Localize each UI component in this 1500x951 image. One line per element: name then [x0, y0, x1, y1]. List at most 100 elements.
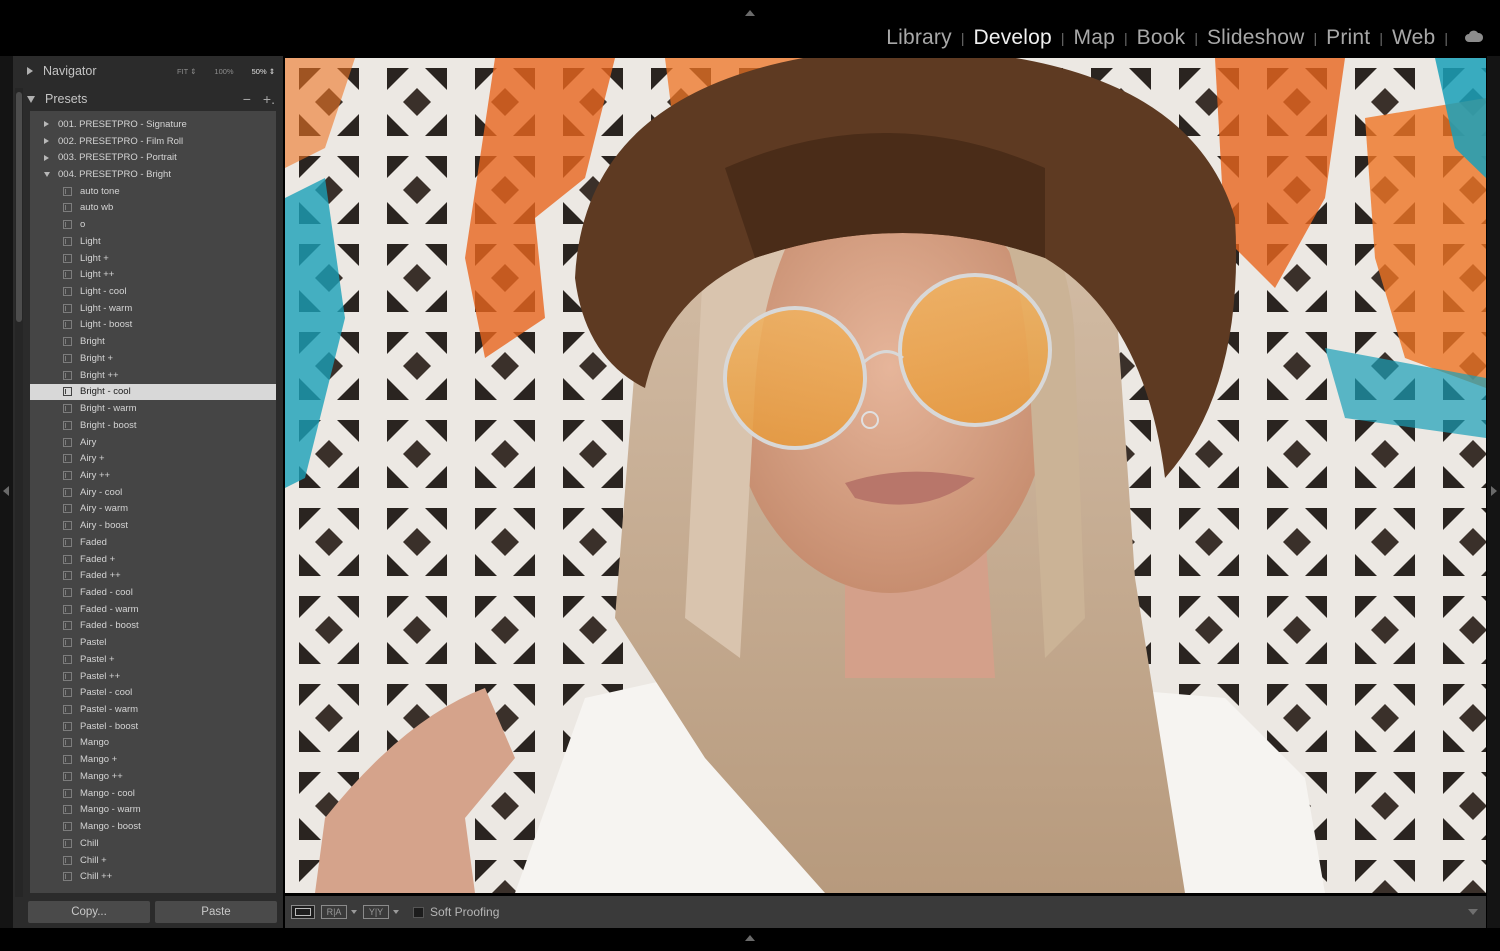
module-book[interactable]: Book — [1128, 26, 1195, 50]
preset-item[interactable]: Mango - cool — [30, 785, 276, 802]
preset-item[interactable]: Pastel ++ — [30, 668, 276, 685]
preset-folder[interactable]: 001. PRESETPRO - Signature — [30, 116, 276, 133]
preset-item-label: Airy — [80, 436, 97, 448]
preset-item[interactable]: Airy ++ — [30, 467, 276, 484]
preset-item[interactable]: Chill — [30, 835, 276, 852]
paste-button[interactable]: Paste — [155, 901, 277, 923]
preset-item[interactable]: Bright - boost — [30, 417, 276, 434]
preset-item[interactable]: Mango ++ — [30, 768, 276, 785]
preset-icon — [63, 588, 72, 597]
preset-icon — [63, 721, 72, 731]
collapsed-triangle-icon[interactable] — [44, 121, 49, 128]
preset-item[interactable]: Airy - warm — [30, 501, 276, 518]
preset-folder[interactable]: 002. PRESETPRO - Film Roll — [30, 133, 276, 150]
add-preset-button[interactable]: +. — [263, 91, 275, 107]
preset-item-label: Pastel - warm — [80, 704, 139, 716]
module-list: Library | Develop | Map | Book | Slideshow | Print… — [877, 24, 1448, 52]
preset-item[interactable]: Faded - warm — [30, 601, 276, 618]
copy-button[interactable]: Copy... — [28, 901, 150, 923]
zoom-100[interactable]: 100% — [214, 67, 233, 76]
preset-item[interactable]: Light ++ — [30, 266, 276, 283]
presets-header[interactable]: Presets − +. — [27, 85, 279, 113]
preset-item[interactable]: Chill ++ — [30, 868, 276, 885]
preset-item[interactable]: Airy - cool — [30, 484, 276, 501]
toolbar-options-chevron-icon[interactable] — [1468, 909, 1478, 915]
module-print[interactable]: Print — [1317, 26, 1379, 50]
preset-item[interactable]: Light — [30, 233, 276, 250]
preset-icon — [63, 621, 72, 631]
right-panel-toggle-icon[interactable] — [1491, 486, 1497, 496]
preset-item-label: Light ++ — [80, 269, 115, 281]
left-panel-scroll-thumb[interactable] — [16, 92, 22, 322]
preset-item[interactable]: Airy + — [30, 450, 276, 467]
preset-item[interactable]: Pastel - warm — [30, 701, 276, 718]
remove-preset-button[interactable]: − — [243, 91, 251, 107]
photo-canvas[interactable] — [285, 58, 1486, 893]
top-panel-toggle-icon[interactable] — [745, 10, 755, 16]
preset-item[interactable]: Faded + — [30, 551, 276, 568]
preset-item[interactable]: Mango + — [30, 751, 276, 768]
preset-icon — [63, 186, 72, 196]
preset-item[interactable]: auto wb — [30, 200, 276, 217]
filmstrip-toggle-icon[interactable] — [745, 935, 755, 941]
preset-item[interactable]: Bright + — [30, 350, 276, 367]
preset-item[interactable]: Light + — [30, 250, 276, 267]
preset-item[interactable]: Airy — [30, 434, 276, 451]
before-after-dropdown-icon[interactable] — [351, 910, 357, 914]
expanded-triangle-icon — [27, 95, 35, 103]
navigator-header[interactable]: Navigator FIT ⇕ 100% 50% ⇕ — [27, 57, 279, 85]
develop-toolbar: R|A Y|Y Soft Proofing — [285, 896, 1486, 928]
preset-item[interactable]: Bright ++ — [30, 367, 276, 384]
preset-item[interactable]: Bright - cool — [30, 383, 276, 401]
preset-icon — [63, 270, 72, 280]
compare-button[interactable]: Y|Y — [363, 905, 389, 919]
preset-item[interactable]: Faded ++ — [30, 567, 276, 584]
collapsed-triangle-icon[interactable] — [44, 138, 49, 145]
preset-item[interactable]: Bright - warm — [30, 400, 276, 417]
preset-item[interactable]: Faded - cool — [30, 584, 276, 601]
preset-item-label: Faded ++ — [80, 570, 121, 582]
preset-item[interactable]: Light - boost — [30, 317, 276, 334]
preset-icon — [63, 487, 72, 497]
preset-item[interactable]: Light - warm — [30, 300, 276, 317]
left-panel-toggle-icon[interactable] — [3, 486, 9, 496]
collapsed-triangle-icon[interactable] — [44, 154, 49, 161]
soft-proofing-checkbox[interactable] — [413, 906, 424, 918]
compare-dropdown-icon[interactable] — [393, 910, 399, 914]
preset-item[interactable]: Pastel - boost — [30, 718, 276, 735]
preset-item[interactable]: Pastel - cool — [30, 684, 276, 701]
preset-icon — [63, 571, 72, 581]
loupe-view-icon[interactable] — [291, 905, 315, 919]
preset-item[interactable]: Light - cool — [30, 283, 276, 300]
preset-icon — [63, 353, 72, 363]
preset-item[interactable]: Airy - boost — [30, 517, 276, 534]
preset-item[interactable]: Pastel + — [30, 651, 276, 668]
preset-icon — [63, 504, 72, 514]
zoom-fit[interactable]: FIT ⇕ — [177, 67, 196, 76]
module-slideshow[interactable]: Slideshow — [1198, 26, 1314, 50]
preset-icon — [63, 420, 72, 430]
preset-item[interactable]: Faded - boost — [30, 618, 276, 635]
soft-proofing-label: Soft Proofing — [430, 905, 500, 919]
preset-icon — [63, 220, 72, 230]
preset-item[interactable]: Mango - warm — [30, 802, 276, 819]
preset-item-label: Bright ++ — [80, 369, 119, 381]
preset-item[interactable]: Bright — [30, 333, 276, 350]
preset-item[interactable]: auto tone — [30, 183, 276, 200]
module-web[interactable]: Web — [1383, 26, 1444, 50]
module-develop[interactable]: Develop — [964, 26, 1060, 50]
preset-item[interactable]: Mango — [30, 735, 276, 752]
preset-item[interactable]: Faded — [30, 534, 276, 551]
module-map[interactable]: Map — [1065, 26, 1124, 50]
preset-item[interactable]: o — [30, 216, 276, 233]
zoom-50[interactable]: 50% ⇕ — [252, 67, 275, 76]
module-library[interactable]: Library — [877, 26, 961, 50]
preset-item[interactable]: Pastel — [30, 634, 276, 651]
expanded-triangle-icon[interactable] — [44, 172, 50, 177]
preset-item[interactable]: Chill + — [30, 852, 276, 869]
preset-folder[interactable]: 004. PRESETPRO - Bright — [30, 166, 276, 183]
cloud-icon[interactable] — [1464, 30, 1484, 42]
before-after-button[interactable]: R|A — [321, 905, 347, 919]
preset-folder[interactable]: 003. PRESETPRO - Portrait — [30, 149, 276, 166]
preset-item[interactable]: Mango - boost — [30, 818, 276, 835]
